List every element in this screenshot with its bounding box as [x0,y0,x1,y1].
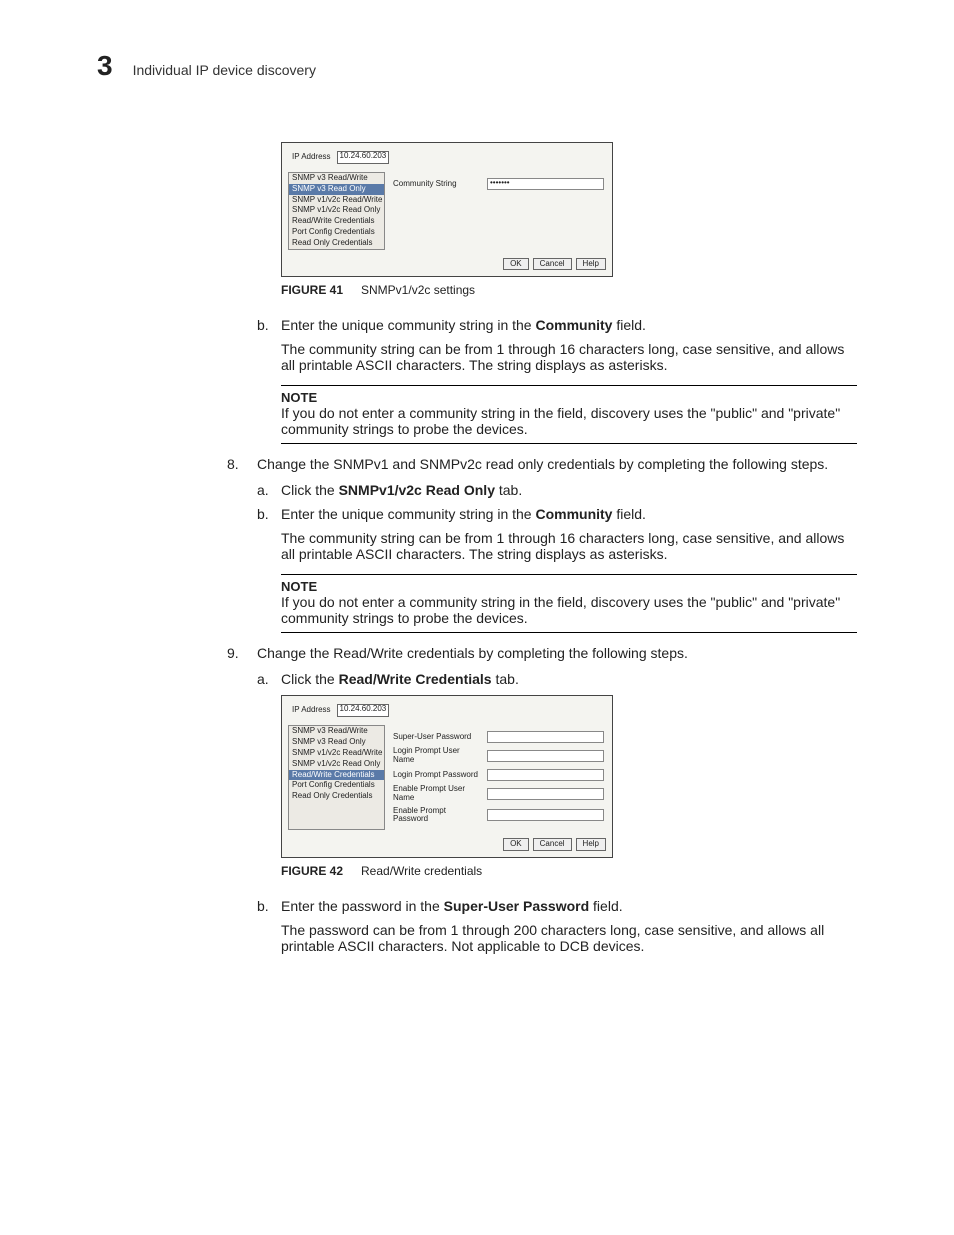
chapter-title: Individual IP device discovery [133,62,316,78]
field-input[interactable] [487,769,604,781]
list-marker: b. [257,898,281,914]
credential-tab[interactable]: Read Only Credentials [289,238,384,249]
list-item: Change the SNMPv1 and SNMPv2c read only … [257,456,857,472]
list-marker: 8. [227,456,257,472]
field-label: Login Prompt Password [393,771,483,780]
credential-tab[interactable]: SNMP v1/v2c Read/Write [289,748,384,759]
field-label: Login Prompt User Name [393,747,483,765]
ip-address-input[interactable]: 10.24.60.203 [337,151,390,164]
field-input[interactable] [487,809,604,821]
note-block: NOTE If you do not enter a community str… [281,385,857,444]
list-item: Enter the unique community string in the… [281,506,857,522]
list-marker: b. [257,506,281,522]
ok-button[interactable]: OK [503,838,529,851]
cancel-button[interactable]: Cancel [533,258,572,271]
field-input[interactable] [487,750,604,762]
list-item: Enter the unique community string in the… [281,317,857,333]
list-item: Change the Read/Write credentials by com… [257,645,857,661]
help-button[interactable]: Help [576,258,606,271]
list-item: Enter the password in the Super-User Pas… [281,898,857,914]
field-label: Enable Prompt User Name [393,785,483,803]
community-string-input[interactable]: ••••••• [487,178,604,190]
credential-tab[interactable]: Read Only Credentials [289,791,384,802]
chapter-number: 3 [97,50,113,82]
credential-tab[interactable]: SNMP v1/v2c Read Only [289,759,384,770]
credential-tab[interactable]: SNMP v3 Read/Write [289,726,384,737]
credential-tab[interactable]: SNMP v3 Read/Write [289,173,384,184]
credential-tab[interactable]: Port Config Credentials [289,780,384,791]
figure-42: IP Address 10.24.60.203 SNMP v3 Read/Wri… [281,695,613,858]
paragraph: The community string can be from 1 throu… [281,530,857,562]
list-marker: 9. [227,645,257,661]
credential-tab[interactable]: SNMP v3 Read Only [289,184,384,195]
note-block: NOTE If you do not enter a community str… [281,574,857,633]
figure-41-caption: FIGURE 41SNMPv1/v2c settings [281,283,857,297]
figure-41: IP Address 10.24.60.203 SNMP v3 Read/Wri… [281,142,613,277]
list-item: Click the Read/Write Credentials tab. [281,671,857,687]
cancel-button[interactable]: Cancel [533,838,572,851]
credential-tab[interactable]: Port Config Credentials [289,227,384,238]
ip-address-label: IP Address [292,706,331,715]
field-input[interactable] [487,788,604,800]
credential-tab[interactable]: SNMP v1/v2c Read Only [289,205,384,216]
paragraph: The password can be from 1 through 200 c… [281,922,857,954]
list-item: Click the SNMPv1/v2c Read Only tab. [281,482,857,498]
credential-tabs: SNMP v3 Read/WriteSNMP v3 Read OnlySNMP … [288,725,385,830]
ip-address-label: IP Address [292,153,331,162]
ok-button[interactable]: OK [503,258,529,271]
page-header: 3 Individual IP device discovery [97,50,857,82]
field-label: Enable Prompt Password [393,807,483,825]
help-button[interactable]: Help [576,838,606,851]
list-marker: a. [257,671,281,687]
field-label: Super-User Password [393,733,483,742]
community-string-label: Community String [393,180,483,189]
ip-address-input[interactable]: 10.24.60.203 [337,704,390,717]
credential-tab[interactable]: SNMP v3 Read Only [289,737,384,748]
list-marker: b. [257,317,281,333]
credential-tabs: SNMP v3 Read/WriteSNMP v3 Read OnlySNMP … [288,172,385,250]
paragraph: The community string can be from 1 throu… [281,341,857,373]
figure-42-caption: FIGURE 42Read/Write credentials [281,864,857,878]
list-marker: a. [257,482,281,498]
field-input[interactable] [487,731,604,743]
credential-tab[interactable]: Read/Write Credentials [289,216,384,227]
credential-tab[interactable]: SNMP v1/v2c Read/Write [289,195,384,206]
credential-tab[interactable]: Read/Write Credentials [289,770,384,781]
